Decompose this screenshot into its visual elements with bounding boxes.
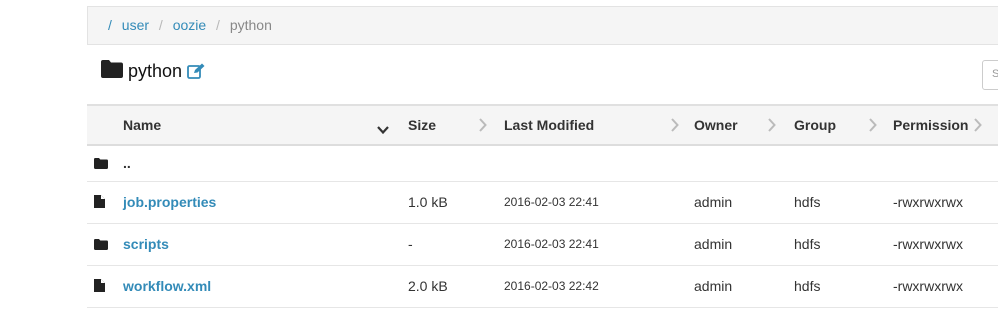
header-group[interactable]: Group	[794, 105, 893, 145]
table-header-row: Name Size Last Modified Owner Group Perm…	[87, 105, 998, 145]
sort-desc-icon[interactable]	[377, 121, 389, 137]
table-row[interactable]: job.properties 1.0 kB 2016-02-03 22:41 a…	[87, 181, 998, 223]
page-title: python	[128, 60, 183, 81]
last-modified: 2016-02-03 22:42	[504, 279, 599, 293]
breadcrumb-root[interactable]: /	[108, 17, 112, 33]
edit-icon[interactable]	[187, 63, 205, 79]
group: hdfs	[794, 278, 821, 294]
file-name-link[interactable]: job.properties	[123, 194, 216, 210]
sort-icon[interactable]	[479, 118, 487, 135]
breadcrumb-item-oozie[interactable]: oozie	[173, 17, 206, 33]
file-table: Name Size Last Modified Owner Group Perm…	[87, 104, 998, 308]
header-owner[interactable]: Owner	[694, 105, 794, 145]
file-size: 1.0 kB	[408, 194, 448, 210]
last-modified: 2016-02-03 22:41	[504, 195, 599, 209]
header-last-modified[interactable]: Last Modified	[504, 105, 694, 145]
breadcrumb-item-user[interactable]: user	[122, 17, 149, 33]
table-row[interactable]: workflow.xml 2.0 kB 2016-02-03 22:42 adm…	[87, 265, 998, 307]
breadcrumb: / user / oozie / python	[87, 6, 998, 45]
sort-icon[interactable]	[974, 118, 982, 135]
owner: admin	[694, 194, 733, 210]
owner: admin	[694, 236, 733, 252]
folder-icon	[101, 59, 123, 83]
folder-name-link[interactable]: scripts	[123, 236, 169, 252]
header-icon-col	[87, 105, 123, 145]
last-modified: 2016-02-03 22:41	[504, 237, 599, 251]
header-name[interactable]: Name	[123, 105, 408, 145]
file-size: -	[408, 236, 413, 252]
file-name-link[interactable]: workflow.xml	[123, 278, 211, 294]
file-browser-panel: / user / oozie / python python Search Na…	[87, 0, 998, 335]
file-size: 2.0 kB	[408, 278, 448, 294]
table-row[interactable]: scripts - 2016-02-03 22:41 admin hdfs -r…	[87, 223, 998, 265]
owner: admin	[694, 278, 733, 294]
breadcrumb-separator: /	[158, 17, 163, 33]
breadcrumb-separator: /	[216, 17, 220, 33]
folder-icon	[94, 237, 108, 253]
page-title-row: python	[101, 58, 205, 84]
file-icon	[94, 278, 105, 295]
group: hdfs	[794, 236, 821, 252]
folder-icon	[94, 156, 108, 172]
parent-dir-link[interactable]: ..	[123, 145, 408, 181]
sort-icon[interactable]	[869, 118, 877, 135]
group: hdfs	[794, 194, 821, 210]
table-row-parent[interactable]: ..	[87, 145, 998, 181]
file-icon	[94, 194, 105, 211]
sort-icon[interactable]	[768, 118, 776, 135]
header-size[interactable]: Size	[408, 105, 504, 145]
sort-icon[interactable]	[671, 118, 679, 135]
permission: -rwxrwxrwx	[893, 278, 963, 294]
permission: -rwxrwxrwx	[893, 194, 963, 210]
permission: -rwxrwxrwx	[893, 236, 963, 252]
search-input[interactable]: Search	[982, 60, 998, 90]
breadcrumb-current: python	[229, 17, 272, 33]
header-permission[interactable]: Permission	[893, 105, 998, 145]
